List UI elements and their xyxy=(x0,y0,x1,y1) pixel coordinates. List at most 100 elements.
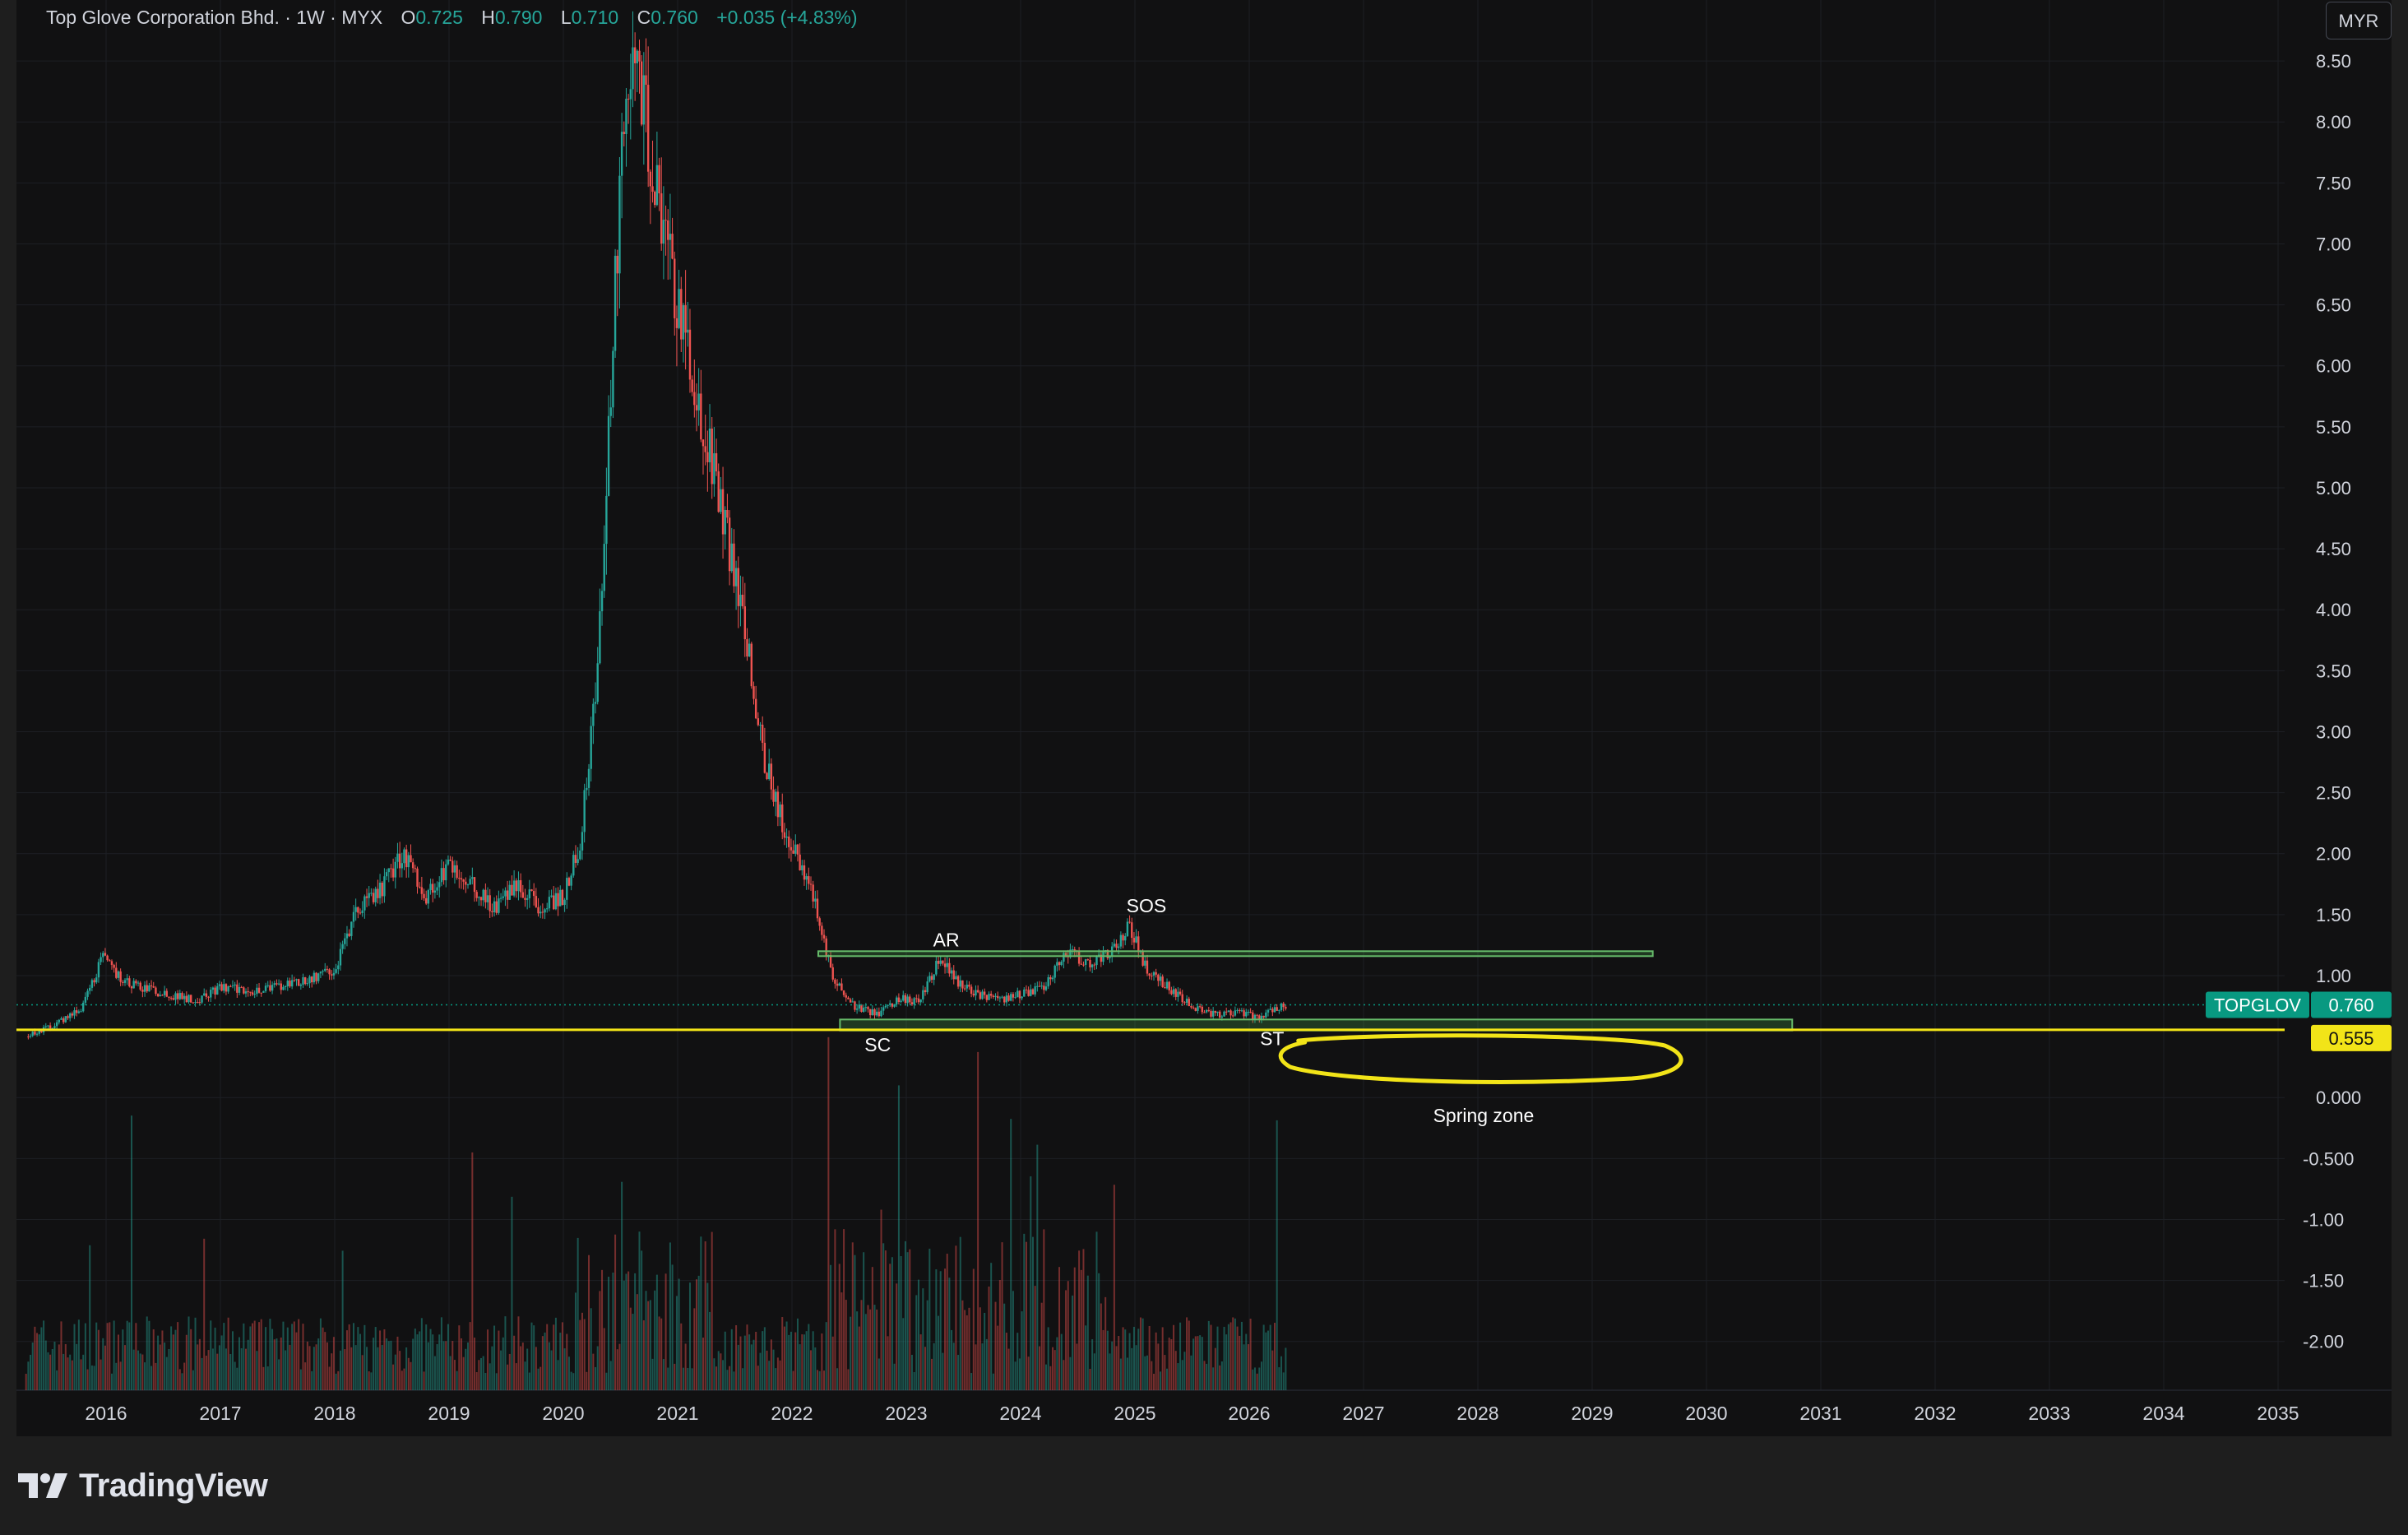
volume-bar xyxy=(405,1347,408,1390)
candle-body xyxy=(741,594,744,607)
candle-body xyxy=(295,979,298,981)
chart-panel[interactable]: 8.50 8.00 7.50 7.00 6.50 6.00 5.50 5.00 4.50 4.00… xyxy=(16,0,2392,1436)
y-tick-label: 5.00 xyxy=(2316,478,2351,499)
candle-body xyxy=(218,984,221,986)
candle-body xyxy=(1109,957,1111,958)
candle-body xyxy=(1119,934,1123,947)
volume-bar xyxy=(30,1354,32,1390)
candle-body xyxy=(264,985,267,991)
volume-bar xyxy=(420,1318,423,1390)
volume-bar xyxy=(1109,1353,1111,1390)
volume-bar xyxy=(856,1311,859,1390)
volume-bar xyxy=(781,1317,784,1390)
y-tick-label: 1.00 xyxy=(2316,966,2351,986)
candle-body xyxy=(387,868,390,873)
candle-body xyxy=(748,643,751,657)
candle-body xyxy=(950,970,953,974)
candle-body xyxy=(975,990,977,996)
volume-bar xyxy=(779,1360,781,1390)
candle-body xyxy=(176,993,179,999)
candle-body xyxy=(427,890,430,904)
candle-body xyxy=(808,876,810,884)
candle-body xyxy=(651,186,654,192)
candle-body xyxy=(805,876,808,880)
volume-bar xyxy=(772,1349,775,1390)
volume-bar xyxy=(682,1367,684,1390)
candle-body xyxy=(71,1013,74,1016)
volume-bar xyxy=(893,1363,896,1390)
candle-body xyxy=(498,898,500,913)
volume-bar xyxy=(896,1283,898,1390)
candle-body xyxy=(433,890,437,893)
volume-bar xyxy=(331,1353,333,1390)
candle-body xyxy=(1155,972,1157,975)
candle-body xyxy=(796,844,799,855)
candle-body xyxy=(860,1004,863,1013)
candle-body xyxy=(976,990,979,993)
volume-bar xyxy=(491,1346,493,1390)
candle-body xyxy=(1253,1014,1257,1019)
candle-body xyxy=(563,899,566,906)
volume-bar xyxy=(1239,1335,1241,1390)
volume-bar xyxy=(938,1315,940,1390)
candle-body xyxy=(730,543,733,572)
x-tick-label: 2020 xyxy=(542,1403,584,1424)
volume-bar xyxy=(1219,1365,1221,1390)
candle-body xyxy=(1060,962,1063,966)
candle-body xyxy=(1225,1011,1228,1013)
volume-bar xyxy=(675,1296,678,1390)
candle-body xyxy=(139,982,141,990)
candle-body xyxy=(935,961,938,975)
volume-bar xyxy=(632,1314,634,1390)
candle-body xyxy=(282,986,285,990)
candle-body xyxy=(326,968,329,970)
volume-bar xyxy=(521,1343,524,1390)
volume-bar xyxy=(77,1319,80,1390)
currency-button[interactable]: MYR xyxy=(2326,2,2392,39)
candle-body xyxy=(227,985,229,992)
candle-body xyxy=(968,985,970,987)
volume-bar xyxy=(603,1328,605,1390)
volume-bar xyxy=(1166,1368,1169,1390)
candle-body xyxy=(1220,1016,1224,1018)
candle-body xyxy=(956,976,960,987)
volume-bar xyxy=(997,1325,999,1390)
volume-bar xyxy=(1207,1320,1210,1390)
candle-body xyxy=(344,938,346,944)
candle-body xyxy=(618,175,621,274)
y-tick-label: 6.00 xyxy=(2316,356,2351,377)
volume-bar xyxy=(289,1344,291,1390)
volume-bar xyxy=(326,1342,328,1390)
volume-bar xyxy=(293,1321,295,1390)
volume-bar xyxy=(1089,1368,1091,1390)
volume-bar xyxy=(955,1245,957,1390)
volume-bar xyxy=(528,1372,530,1390)
volume-bar xyxy=(282,1321,285,1390)
candle-body xyxy=(115,967,118,978)
candle-body xyxy=(361,910,364,914)
candle-body xyxy=(97,962,100,978)
y-tick-label: 8.00 xyxy=(2316,112,2351,132)
candle-body xyxy=(669,234,672,240)
candle-body xyxy=(642,75,646,125)
candle-body xyxy=(959,980,961,987)
volume-bar xyxy=(695,1279,697,1390)
volume-bar xyxy=(1098,1273,1100,1390)
price-chart[interactable]: 8.50 8.00 7.50 7.00 6.50 6.00 5.50 5.00 4.50 4.00… xyxy=(16,0,2392,1436)
candle-body xyxy=(994,995,997,997)
volume-bar xyxy=(717,1351,720,1390)
volume-bar xyxy=(308,1346,311,1390)
candle-body xyxy=(577,859,579,863)
candle-body xyxy=(238,986,241,993)
candle-body xyxy=(104,953,107,956)
volume-bar xyxy=(1139,1317,1141,1390)
candle-body xyxy=(682,305,685,340)
volume-bar xyxy=(198,1338,201,1390)
candle-body xyxy=(781,804,784,832)
volume-bar xyxy=(808,1324,810,1390)
volume-bar xyxy=(964,1310,966,1390)
volume-bar xyxy=(658,1316,660,1390)
volume-bar xyxy=(612,1273,614,1390)
candle-body xyxy=(596,663,599,703)
tradingview-logo[interactable]: TradingView xyxy=(18,1464,268,1507)
